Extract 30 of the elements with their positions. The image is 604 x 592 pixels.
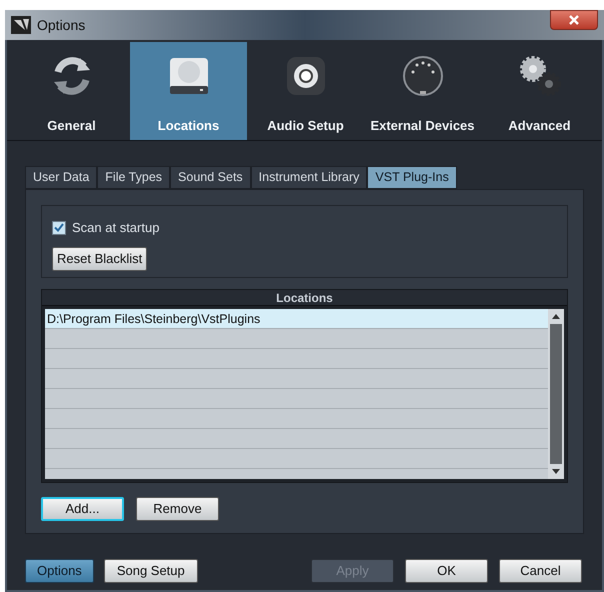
tab[interactable]: User Data xyxy=(25,166,98,189)
checkbox[interactable] xyxy=(52,220,66,235)
scroll-up-icon[interactable] xyxy=(552,314,560,319)
close-button[interactable] xyxy=(550,10,598,30)
category-tab[interactable]: Advanced xyxy=(481,42,598,140)
scroll-down-icon[interactable] xyxy=(552,469,560,474)
footer-button[interactable]: OK xyxy=(405,559,488,583)
footer-button[interactable]: Options xyxy=(25,559,94,583)
scrollbar[interactable] xyxy=(548,309,564,479)
din-connector-icon xyxy=(400,54,444,98)
list-button[interactable]: Remove xyxy=(136,497,219,521)
footer-button[interactable]: Cancel xyxy=(499,559,582,583)
tab[interactable]: Sound Sets xyxy=(170,166,251,189)
column-header: Locations xyxy=(42,290,567,306)
tab[interactable]: Instrument Library xyxy=(250,166,368,189)
tab[interactable]: File Types xyxy=(97,166,170,189)
checkbox-label: Scan at startup xyxy=(72,219,160,237)
footer-button[interactable]: Song Setup xyxy=(104,559,198,583)
list-button[interactable]: Add... xyxy=(41,497,124,521)
category-tab[interactable]: General xyxy=(13,42,130,140)
app-logo-icon xyxy=(11,16,31,34)
category-tab[interactable]: Locations xyxy=(130,42,247,140)
category-tab[interactable]: External Devices xyxy=(364,42,481,140)
category-tab[interactable]: Audio Setup xyxy=(247,42,364,140)
window-title: Options xyxy=(37,16,86,35)
location-row[interactable]: D:\Program Files\Steinberg\VstPlugins xyxy=(45,309,548,329)
tab[interactable]: VST Plug-Ins xyxy=(367,166,457,189)
close-icon xyxy=(569,15,579,25)
reset-blacklist-button[interactable]: Reset Blacklist xyxy=(52,246,148,270)
checkmark-icon xyxy=(54,223,64,232)
